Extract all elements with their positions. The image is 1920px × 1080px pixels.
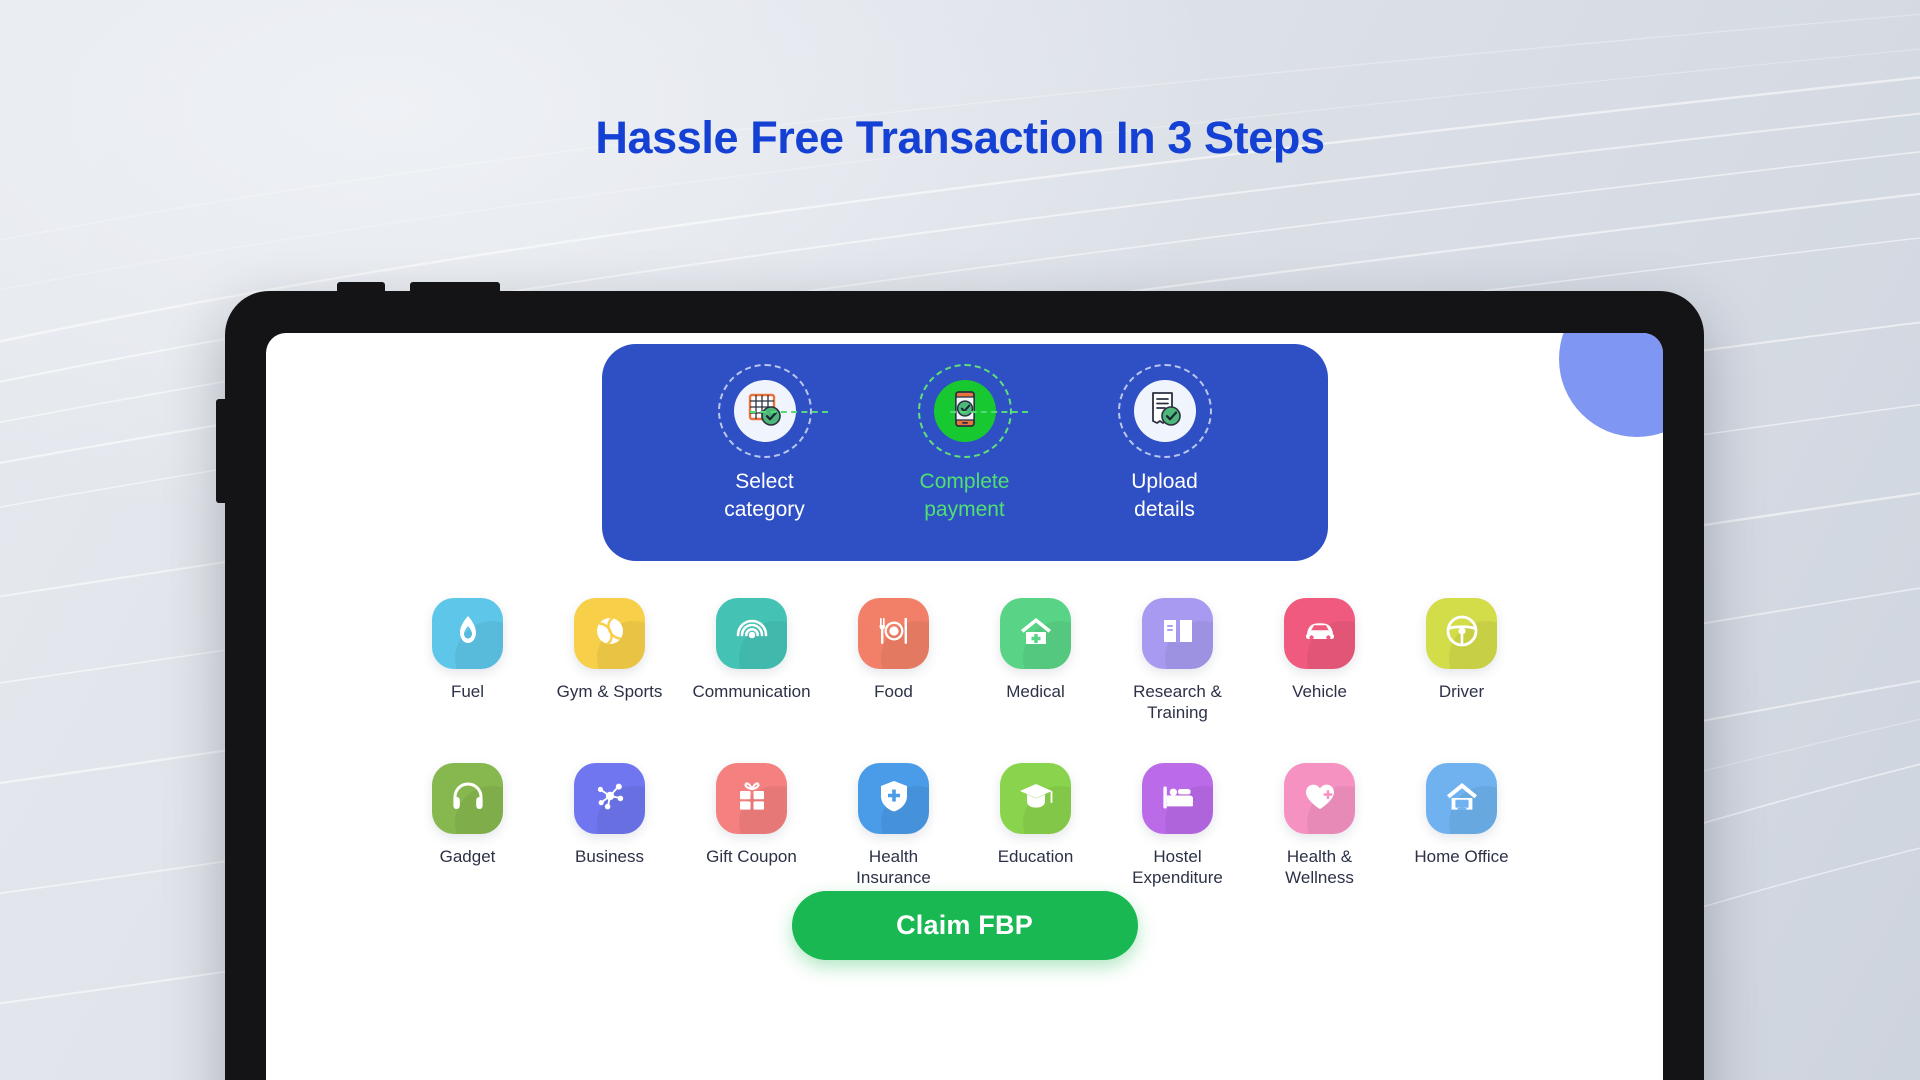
category-gadget-tile[interactable]: [432, 763, 503, 834]
category-home-office[interactable]: Home Office: [1399, 763, 1525, 888]
category-education[interactable]: Education: [973, 763, 1099, 888]
category-food[interactable]: Food: [831, 598, 957, 723]
step-3-disc: [1133, 380, 1196, 442]
network-nodes-icon: [592, 778, 628, 819]
flame-icon: [450, 613, 486, 654]
category-driver[interactable]: Driver: [1399, 598, 1525, 723]
step-upload-details[interactable]: Upload details: [1065, 344, 1265, 524]
category-vehicle[interactable]: Vehicle: [1257, 598, 1383, 723]
step-3-ring: [1117, 364, 1212, 458]
category-health-insurance-label: Health Insurance: [856, 847, 931, 887]
category-vehicle-tile[interactable]: [1284, 598, 1355, 669]
category-gift-coupon-tile[interactable]: [716, 763, 787, 834]
category-vehicle-label: Vehicle: [1292, 682, 1347, 701]
category-fuel-tile[interactable]: [432, 598, 503, 669]
category-driver-tile[interactable]: [1426, 598, 1497, 669]
category-fuel[interactable]: Fuel: [405, 598, 531, 723]
category-food-label: Food: [874, 682, 913, 701]
open-book-icon: [1160, 613, 1196, 654]
step-complete-payment[interactable]: Complete payment: [865, 344, 1065, 524]
category-row-2: Gadget Business Gift Coupon Health Insur…: [405, 763, 1525, 888]
category-research-training-tile[interactable]: [1142, 598, 1213, 669]
category-health-wellness-tile[interactable]: [1284, 763, 1355, 834]
volume-button[interactable]: [410, 282, 500, 292]
category-gym-sports[interactable]: Gym & Sports: [547, 598, 673, 723]
graduation-cap-icon: [1018, 778, 1054, 819]
category-education-label: Education: [997, 847, 1074, 866]
category-communication-tile[interactable]: [716, 598, 787, 669]
signal-waves-icon: [734, 613, 770, 654]
category-hostel-expenditure-label: Hostel Expenditure: [1132, 847, 1223, 887]
cutlery-plate-icon: [876, 613, 912, 654]
step-select-category[interactable]: Select category: [665, 344, 865, 524]
hospital-cross-icon: [1018, 613, 1054, 654]
home-monitor-icon: [1444, 778, 1480, 819]
category-hostel-expenditure[interactable]: Hostel Expenditure: [1115, 763, 1241, 888]
bed-icon: [1160, 778, 1196, 819]
category-home-office-label: Home Office: [1414, 847, 1509, 866]
step-1-label: Select category: [724, 470, 805, 521]
category-business-tile[interactable]: [574, 763, 645, 834]
step-2-label: Complete payment: [919, 470, 1010, 521]
headphones-icon: [450, 778, 486, 819]
category-health-wellness-label: Health & Wellness: [1285, 847, 1354, 887]
document-check-icon: [1146, 390, 1184, 433]
category-gift-coupon-label: Gift Coupon: [706, 847, 797, 866]
decorative-circle: [1559, 333, 1663, 437]
category-gadget-label: Gadget: [439, 847, 496, 866]
steering-wheel-icon: [1444, 613, 1480, 654]
category-medical[interactable]: Medical: [973, 598, 1099, 723]
category-research-training[interactable]: Research & Training: [1115, 598, 1241, 723]
step-connector-2: [949, 411, 1028, 413]
heart-plus-icon: [1302, 778, 1338, 819]
category-health-insurance-tile[interactable]: [858, 763, 929, 834]
category-medical-label: Medical: [1006, 682, 1065, 701]
category-business-label: Business: [575, 847, 644, 866]
tablet-device-frame: Select category Complete payment Upload …: [216, 282, 1704, 1080]
category-food-tile[interactable]: [858, 598, 929, 669]
category-gym-sports-label: Gym & Sports: [556, 682, 663, 701]
tablet-screen: Select category Complete payment Upload …: [266, 333, 1663, 1080]
step-connector-1: [749, 411, 828, 413]
gift-box-icon: [734, 778, 770, 819]
category-communication-label: Communication: [692, 682, 811, 701]
category-driver-label: Driver: [1438, 682, 1485, 701]
category-health-wellness[interactable]: Health & Wellness: [1257, 763, 1383, 888]
category-fuel-label: Fuel: [450, 682, 485, 701]
car-icon: [1302, 613, 1338, 654]
category-gift-coupon[interactable]: Gift Coupon: [689, 763, 815, 888]
category-home-office-tile[interactable]: [1426, 763, 1497, 834]
category-business[interactable]: Business: [547, 763, 673, 888]
steps-panel: Select category Complete payment Upload …: [601, 344, 1328, 561]
power-button[interactable]: [337, 282, 385, 292]
category-education-tile[interactable]: [1000, 763, 1071, 834]
category-row-1: Fuel Gym & Sports Communication Food Med…: [405, 598, 1525, 723]
category-health-insurance[interactable]: Health Insurance: [831, 763, 957, 888]
tennis-ball-icon: [592, 613, 628, 654]
category-communication[interactable]: Communication: [689, 598, 815, 723]
claim-fbp-button[interactable]: Claim FBP: [791, 891, 1138, 960]
category-gym-sports-tile[interactable]: [574, 598, 645, 669]
side-button[interactable]: [216, 399, 226, 503]
category-hostel-expenditure-tile[interactable]: [1142, 763, 1213, 834]
page-title: Hassle Free Transaction In 3 Steps: [595, 112, 1325, 163]
shield-plus-icon: [876, 778, 912, 819]
category-grid: Fuel Gym & Sports Communication Food Med…: [405, 598, 1525, 888]
category-gadget[interactable]: Gadget: [405, 763, 531, 888]
category-medical-tile[interactable]: [1000, 598, 1071, 669]
category-research-training-label: Research & Training: [1133, 682, 1222, 722]
step-3-label: Upload details: [1131, 470, 1198, 521]
